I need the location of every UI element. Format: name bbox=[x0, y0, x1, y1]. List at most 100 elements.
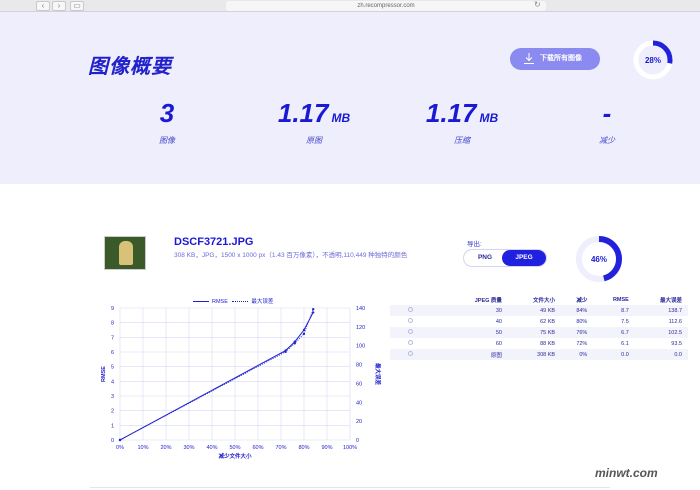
stat-images-value: 3 bbox=[159, 98, 175, 128]
stat-reduction: - 减少 bbox=[537, 98, 677, 146]
stat-reduction-value: - bbox=[602, 98, 612, 128]
y2-tick-label: 100 bbox=[356, 344, 365, 350]
forward-button[interactable]: › bbox=[52, 1, 66, 11]
cell-rmse: 8.7 bbox=[593, 305, 635, 316]
x-tick-label: 0% bbox=[116, 445, 124, 451]
stat-images-label: 图像 bbox=[159, 136, 175, 145]
x-tick-label: 20% bbox=[160, 445, 171, 451]
x-tick-label: 100% bbox=[343, 445, 357, 451]
row-radio[interactable] bbox=[408, 351, 413, 356]
cell-size: 88 KB bbox=[540, 340, 556, 347]
cell-quality: 原图 bbox=[444, 349, 508, 360]
stat-compressed: 1.17 MB 压缩 bbox=[392, 98, 532, 146]
row-radio[interactable] bbox=[408, 329, 413, 334]
cell-quality: 60 bbox=[495, 340, 502, 347]
y-tick-label: 7 bbox=[111, 335, 114, 341]
x-tick-label: 30% bbox=[183, 445, 194, 451]
y2-tick-label: 0 bbox=[356, 438, 359, 444]
cell-reduction: 0% bbox=[561, 349, 594, 360]
series-rmse-line bbox=[119, 312, 314, 441]
y-tick-label: 3 bbox=[111, 394, 114, 400]
file-name: DSCF3721.JPG bbox=[174, 236, 254, 248]
table-row[interactable]: 40 62 KB 80% 7.5 112.6 bbox=[390, 316, 688, 327]
cell-size: 75 KB bbox=[507, 327, 562, 338]
file-meta: 308 KB，JPG，1500 x 1000 px（1.43 百万像素），不透明… bbox=[174, 252, 408, 259]
stat-original-unit: MB bbox=[331, 111, 351, 125]
download-icon bbox=[524, 53, 534, 64]
cell-reduction: 76% bbox=[561, 327, 594, 338]
back-button[interactable]: ‹ bbox=[36, 1, 50, 11]
cell-quality: 50 bbox=[444, 327, 508, 338]
row-radio[interactable] bbox=[408, 318, 413, 323]
cell-rmse: 6.1 bbox=[621, 340, 629, 347]
x-tick-label: 60% bbox=[252, 445, 263, 451]
x-tick-label: 80% bbox=[298, 445, 309, 451]
compression-ring: 28% bbox=[633, 40, 673, 80]
quality-chart: 0% 10% 20% 30% 40% 50% 60% 70% 80% 90% 100%0123456… bbox=[101, 306, 382, 460]
row-radio[interactable] bbox=[408, 307, 413, 312]
reload-icon[interactable]: ↻ bbox=[534, 0, 541, 9]
x-axis-title: 减少文件大小 bbox=[218, 452, 252, 460]
y2-tick-label: 140 bbox=[356, 306, 365, 312]
max-error-point bbox=[302, 332, 306, 336]
stat-original-label: 原图 bbox=[306, 136, 322, 145]
table-row[interactable]: 30 49 KB 84% 8.7 138.7 bbox=[390, 305, 688, 316]
cell-quality: 40 bbox=[495, 318, 502, 325]
cell-max-error: 138.7 bbox=[634, 305, 688, 316]
stat-original-value: 1.17 bbox=[277, 98, 329, 128]
watermark: minwt.com bbox=[595, 466, 658, 480]
row-radio[interactable] bbox=[408, 340, 413, 345]
y2-tick-label: 120 bbox=[356, 325, 365, 331]
browser-toolbar: ‹ › ▭ zh.recompressor.com ↻ bbox=[0, 0, 700, 12]
divider bbox=[90, 487, 610, 488]
cell-rmse: 7.5 bbox=[621, 318, 629, 325]
cell-max-error: 102.5 bbox=[634, 327, 688, 338]
stat-compressed-unit: MB bbox=[479, 111, 499, 125]
format-toggle: PNG JPEG bbox=[463, 249, 547, 267]
cell-rmse: 0.0 bbox=[593, 349, 635, 360]
format-jpeg-button[interactable]: JPEG bbox=[502, 250, 546, 266]
summary-panel: 图像概要 下载所有图像 28% 3 图像 1.17 MB 原图 1.17 MB 压缩… bbox=[0, 12, 700, 184]
cell-reduction: 72% bbox=[576, 340, 588, 347]
sidebar-toggle-icon[interactable]: ▭ bbox=[70, 1, 84, 11]
cell-max-error: 0.0 bbox=[634, 349, 688, 360]
max-error-point bbox=[118, 438, 122, 442]
cell-quality: 30 bbox=[444, 305, 508, 316]
table-row[interactable]: 50 75 KB 76% 6.7 102.5 bbox=[390, 327, 688, 338]
y2-tick-label: 60 bbox=[356, 381, 362, 387]
x-tick-label: 70% bbox=[275, 445, 286, 451]
series-max-error-line bbox=[119, 309, 314, 441]
col-size: 文件大小 bbox=[533, 297, 556, 304]
col-reduction: 减少 bbox=[576, 297, 588, 304]
cell-rmse: 6.7 bbox=[593, 327, 635, 338]
table-row[interactable]: 原图 308 KB 0% 0.0 0.0 bbox=[390, 349, 688, 360]
y-tick-label: 2 bbox=[111, 409, 114, 415]
image-thumbnail[interactable] bbox=[104, 236, 146, 270]
x-tick-label: 90% bbox=[321, 445, 332, 451]
cell-reduction: 80% bbox=[576, 318, 588, 325]
compression-ring-label: 28% bbox=[645, 56, 661, 65]
y-tick-label: 9 bbox=[111, 306, 114, 312]
max-error-point bbox=[293, 342, 296, 345]
y2-tick-label: 40 bbox=[356, 400, 362, 406]
stat-reduction-label: 减少 bbox=[599, 136, 615, 145]
stat-images: 3 图像 bbox=[97, 98, 237, 146]
cell-max-error: 112.6 bbox=[668, 318, 682, 325]
file-compression-ring-label: 46% bbox=[591, 255, 607, 264]
col-max-error: 最大误差 bbox=[659, 297, 682, 304]
format-png-button[interactable]: PNG bbox=[470, 250, 500, 266]
cell-size: 62 KB bbox=[540, 318, 556, 325]
download-all-button[interactable]: 下载所有图像 bbox=[510, 48, 600, 70]
stat-compressed-value: 1.17 bbox=[425, 98, 477, 128]
y2-tick-label: 80 bbox=[356, 363, 362, 369]
col-rmse: RMSE bbox=[612, 296, 629, 303]
table-row[interactable]: 60 88 KB 72% 6.1 93.5 bbox=[390, 338, 688, 349]
x-tick-label: 10% bbox=[137, 445, 148, 451]
address-bar[interactable]: zh.recompressor.com bbox=[226, 1, 546, 11]
max-error-point bbox=[312, 308, 315, 311]
y-tick-label: 0 bbox=[111, 438, 114, 444]
x-tick-label: 50% bbox=[229, 445, 240, 451]
y-tick-label: 6 bbox=[111, 350, 114, 356]
download-all-label: 下载所有图像 bbox=[540, 55, 582, 62]
rmse-point bbox=[312, 311, 315, 314]
